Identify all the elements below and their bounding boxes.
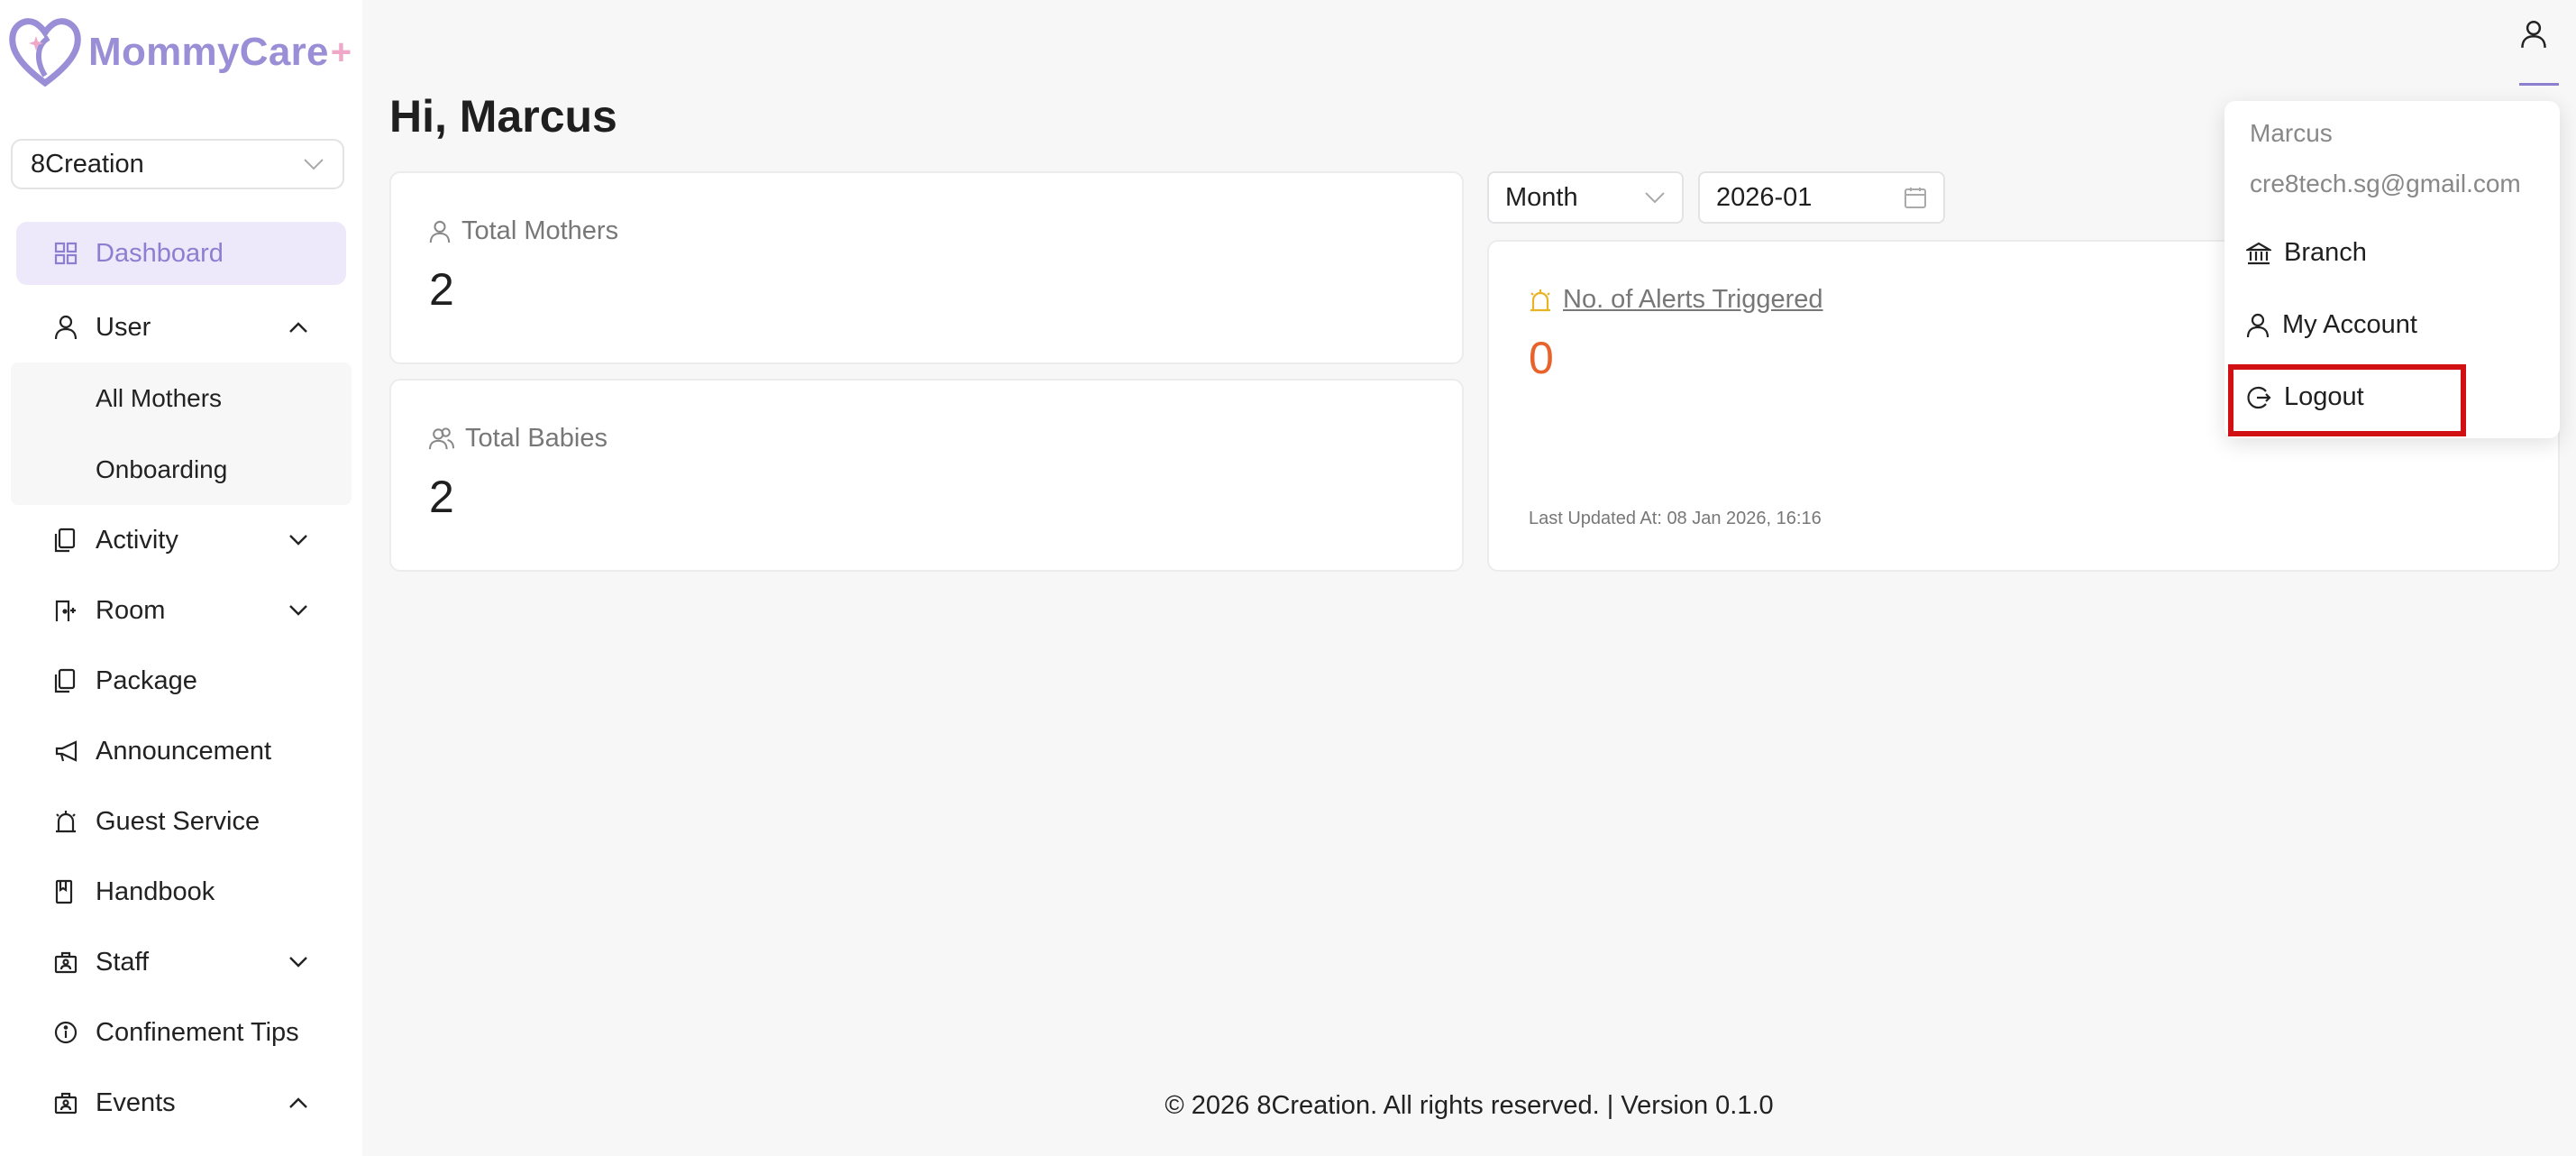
sidebar-item-guest-service[interactable]: Guest Service <box>0 786 362 857</box>
total-mothers-card: Total Mothers 2 <box>389 171 1464 364</box>
dashboard-icon <box>54 242 78 265</box>
menu-item-my-account[interactable]: My Account <box>2246 310 2417 340</box>
user-icon <box>54 315 78 340</box>
user-menu-active-indicator <box>2519 83 2559 86</box>
chevron-up-icon <box>288 1096 308 1109</box>
sidebar-item-label: Package <box>96 665 197 695</box>
user-submenu: All Mothers Onboarding <box>11 362 352 505</box>
stat-value: 2 <box>429 264 454 315</box>
date-picker-value: 2026-01 <box>1716 182 1813 212</box>
room-icon <box>54 598 78 623</box>
sidebar-item-onboarding[interactable]: Onboarding <box>11 434 352 505</box>
sidebar-item-label: Announcement <box>96 736 272 766</box>
sidebar-item-handbook[interactable]: Handbook <box>0 857 362 927</box>
brand-plus: + <box>330 32 352 72</box>
last-updated-text: Last Updated At: 08 Jan 2026, 16:16 <box>1529 509 1822 528</box>
stat-value: 2 <box>429 472 454 522</box>
sidebar-item-staff[interactable]: Staff <box>0 927 362 997</box>
sidebar-item-label: Confinement Tips <box>96 1017 299 1047</box>
alarm-icon <box>54 809 78 834</box>
menu-item-branch[interactable]: Branch <box>2246 238 2367 268</box>
calendar-icon <box>1904 186 1927 209</box>
info-icon <box>54 1021 78 1044</box>
sidebar-item-package[interactable]: Package <box>0 646 362 716</box>
events-icon <box>54 1091 78 1115</box>
branch-select[interactable]: 8Creation <box>11 139 344 189</box>
chevron-down-icon <box>1644 191 1666 204</box>
sidebar-item-label: Guest Service <box>96 806 260 836</box>
sidebar-item-confinement-tips[interactable]: Confinement Tips <box>0 997 362 1068</box>
date-picker[interactable]: 2026-01 <box>1698 171 1945 224</box>
alarm-icon <box>1529 288 1552 313</box>
sidebar-item-label: Handbook <box>96 876 215 906</box>
megaphone-icon <box>54 739 79 763</box>
sidebar-item-events[interactable]: Events <box>0 1068 362 1138</box>
sidebar: MommyCare + 8Creation Dashboard User All… <box>0 0 362 1156</box>
total-mothers-label-row: Total Mothers <box>429 216 618 246</box>
user-icon <box>2520 20 2553 49</box>
sidebar-item-activity[interactable]: Activity <box>0 505 362 575</box>
sidebar-nav: Dashboard User All Mothers Onboarding Ac… <box>0 222 362 1138</box>
chevron-down-icon <box>303 158 324 170</box>
brand-logo[interactable]: MommyCare + <box>9 18 352 87</box>
total-babies-card: Total Babies 2 <box>389 379 1464 572</box>
chevron-down-icon <box>288 604 308 617</box>
sidebar-item-room[interactable]: Room <box>0 575 362 646</box>
users-icon <box>429 427 454 451</box>
sidebar-item-label: Events <box>96 1087 176 1117</box>
logout-highlight-box <box>2228 364 2466 436</box>
sidebar-item-label: Staff <box>96 947 150 977</box>
package-icon <box>54 668 76 693</box>
user-email: cre8tech.sg@gmail.com <box>2250 170 2521 197</box>
branch-select-value: 8Creation <box>31 149 144 179</box>
brand-name: MommyCare <box>88 30 329 74</box>
bank-icon <box>2246 241 2271 266</box>
heart-logo-icon <box>9 18 81 87</box>
clipboard-icon <box>54 528 76 553</box>
sidebar-item-label: Room <box>96 595 166 625</box>
footer: © 2026 8Creation. All rights reserved. |… <box>1165 1091 1774 1120</box>
stat-label: Total Babies <box>465 424 607 453</box>
user-icon <box>429 220 451 243</box>
menu-item-label: Branch <box>2284 238 2367 267</box>
sidebar-item-all-mothers[interactable]: All Mothers <box>11 362 352 434</box>
chevron-down-icon <box>288 956 308 968</box>
period-select-value: Month <box>1505 182 1578 212</box>
sidebar-item-label: Activity <box>96 525 178 555</box>
sidebar-item-label: User <box>96 312 151 342</box>
sidebar-item-announcement[interactable]: Announcement <box>0 716 362 786</box>
alerts-title-link[interactable]: No. of Alerts Triggered <box>1563 285 1823 315</box>
book-icon <box>54 879 74 904</box>
sidebar-item-label: Dashboard <box>96 238 224 268</box>
id-badge-icon <box>54 950 78 974</box>
user-icon <box>2246 313 2270 338</box>
chevron-down-icon <box>288 534 308 546</box>
user-menu-button[interactable] <box>2520 20 2553 52</box>
user-name: Marcus <box>2250 119 2333 147</box>
page-title: Hi, Marcus <box>389 91 617 142</box>
alerts-count: 0 <box>1529 333 1554 383</box>
period-select[interactable]: Month <box>1487 171 1684 224</box>
chevron-up-icon <box>288 321 308 334</box>
total-babies-label-row: Total Babies <box>429 424 607 454</box>
sidebar-item-user[interactable]: User <box>0 292 362 362</box>
sidebar-item-dashboard[interactable]: Dashboard <box>16 222 346 285</box>
menu-item-label: My Account <box>2282 310 2417 339</box>
alerts-title-row: No. of Alerts Triggered <box>1529 285 1823 315</box>
stat-label: Total Mothers <box>461 216 619 245</box>
